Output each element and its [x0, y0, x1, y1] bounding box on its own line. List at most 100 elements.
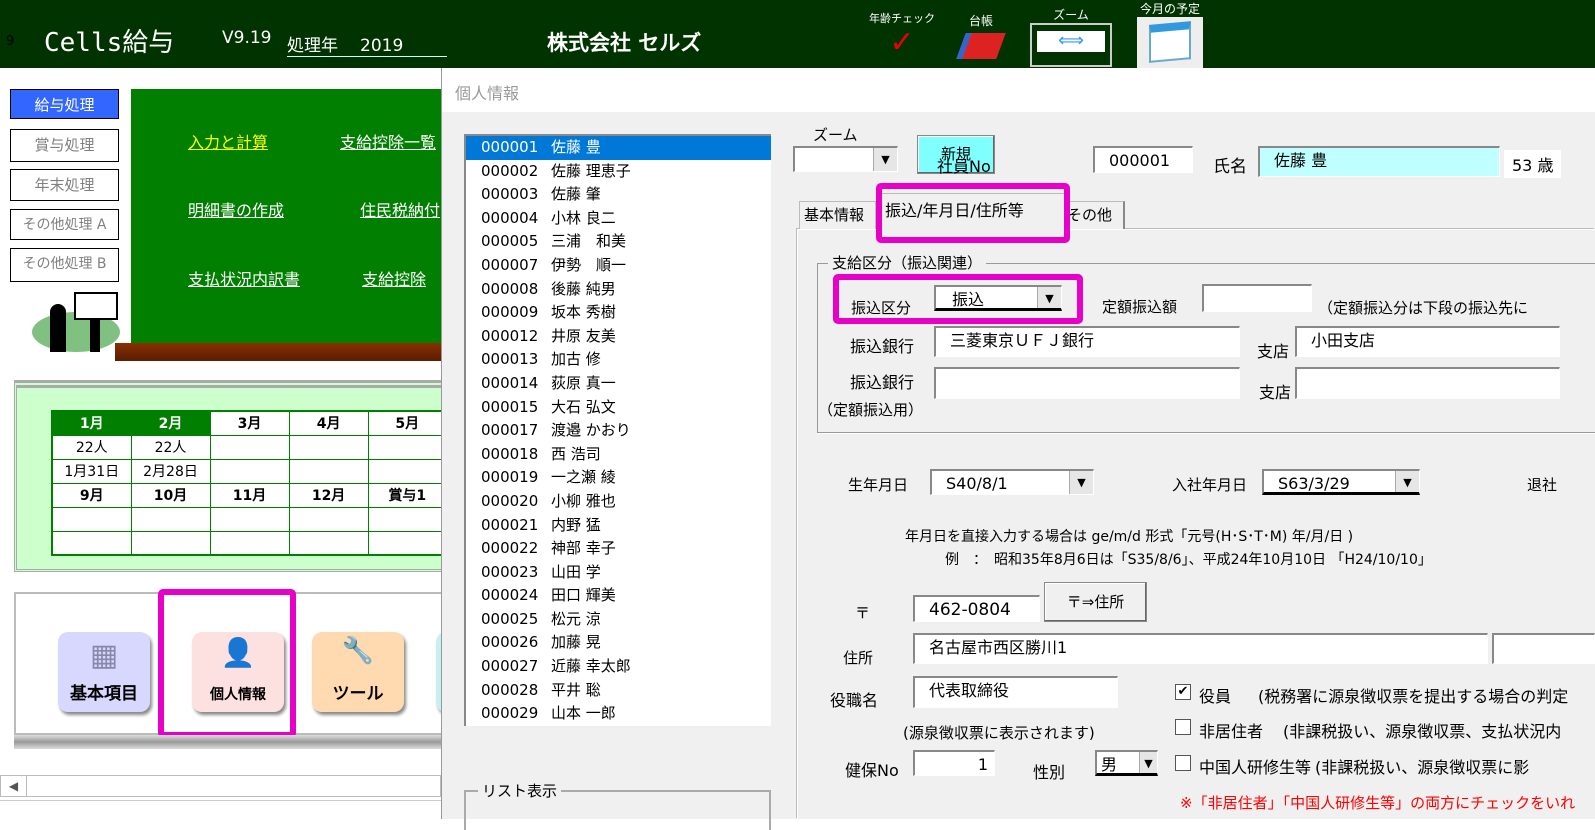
zip-field[interactable]: 462-0804 — [913, 595, 1040, 622]
year-field[interactable]: 処理年 2019 — [287, 31, 447, 57]
age-check-button[interactable]: 年齢チェック ✓ — [866, 10, 938, 60]
birth-select[interactable]: S40/8/1 ▼ — [930, 469, 1094, 495]
cell[interactable]: 2月 — [130, 410, 211, 436]
address2-field[interactable] — [1492, 633, 1595, 664]
employee-list-item[interactable]: 000019 一之瀬 綾 — [466, 466, 771, 490]
nonresident-checkbox[interactable] — [1175, 719, 1191, 735]
employee-name: 山田 学 — [551, 562, 601, 581]
zoom-button[interactable]: ズーム ⟺ — [1030, 6, 1112, 67]
sidebar-item-other-a[interactable]: その他処理 A — [10, 209, 119, 240]
cell — [367, 530, 448, 556]
branch-field[interactable]: 小田支店 — [1295, 326, 1560, 357]
employee-name: 西 浩司 — [551, 444, 601, 463]
link-pay-deduct[interactable]: 支給控除 — [362, 266, 426, 290]
employee-list-item[interactable]: 000004 小林 良二 — [466, 207, 771, 231]
insurance-field[interactable]: 1 — [913, 750, 995, 776]
name-field[interactable]: 佐藤 豊 — [1258, 146, 1500, 177]
employee-list-item[interactable]: 000017 渡邉 かおり — [466, 419, 771, 443]
employee-name: 加藤 晃 — [551, 633, 601, 652]
branch2-field[interactable] — [1295, 367, 1560, 399]
zip-to-address-button[interactable]: 〒⇒住所 — [1044, 582, 1147, 622]
cell[interactable]: 4月 — [288, 410, 369, 436]
employee-list-item[interactable]: 000001 佐藤 豊 — [466, 136, 771, 160]
cell[interactable]: 5月 — [367, 410, 448, 436]
employee-list-item[interactable]: 000026 加藤 晃 — [466, 631, 771, 655]
transfer-group-label: 支給区分（振込関連） — [828, 252, 987, 273]
company-name: 株式会社 セルズ — [547, 31, 702, 55]
position-field[interactable]: 代表取締役 — [913, 676, 1118, 708]
tab-basic-info[interactable]: 基本情報 — [799, 201, 876, 229]
employee-list-item[interactable]: 000029 山本 一郎 — [466, 702, 771, 726]
employee-list-item[interactable]: 000009 坂本 秀樹 — [466, 301, 771, 325]
address-field[interactable]: 名古屋市西区勝川1 — [913, 633, 1488, 664]
cell[interactable]: 12月 — [288, 482, 369, 508]
employee-list[interactable]: 000001 佐藤 豊 000002 佐藤 理恵子 000003 佐藤 肇 000004 小林… — [464, 134, 771, 726]
link-resident-tax[interactable]: 住民税納付 — [360, 197, 440, 221]
employee-list-item[interactable]: 000022 神部 幸子 — [466, 537, 771, 561]
date-row: 1月31日 2月28日 — [51, 458, 448, 484]
employee-list-item[interactable]: 000014 荻原 真一 — [466, 372, 771, 396]
sidebar-item-other-b[interactable]: その他処理 B — [10, 248, 119, 282]
link-payment-breakdown[interactable]: 支払状況内訳書 — [188, 266, 300, 290]
cell[interactable]: 10月 — [130, 482, 211, 508]
trainee-checkbox[interactable] — [1175, 755, 1191, 771]
employee-list-item[interactable]: 000020 小柳 雅也 — [466, 490, 771, 514]
join-select[interactable]: S63/3/29 ▼ — [1262, 469, 1420, 495]
join-label: 入社年月日 — [1172, 476, 1248, 494]
emp-no-field[interactable]: 000001 — [1093, 146, 1193, 173]
employee-list-item[interactable]: 000027 近藤 幸太郎 — [466, 655, 771, 679]
bank2-field[interactable] — [934, 367, 1240, 399]
employee-list-item[interactable]: 000007 伊勢 順一 — [466, 254, 771, 278]
employee-list-item[interactable]: 000003 佐藤 肇 — [466, 183, 771, 207]
app-header: 9 Cells給与 V9.19 処理年 2019 株式会社 セルズ 年齢チェック ✓… — [0, 0, 1595, 69]
gender-select[interactable]: 男 ▼ — [1095, 750, 1158, 776]
link-pay-deduct-list[interactable]: 支給控除一覧 — [340, 129, 436, 153]
basic-items-button[interactable]: ▦ 基本項目 — [58, 632, 150, 712]
employee-name: 松元 涼 — [551, 609, 601, 628]
link-input-calc[interactable]: 入力と計算 — [188, 129, 268, 153]
employee-list-item[interactable]: 000002 佐藤 理恵子 — [466, 160, 771, 184]
chevron-down-icon[interactable]: ▼ — [873, 148, 897, 171]
chevron-down-icon[interactable]: ▼ — [1139, 752, 1157, 773]
employee-list-item[interactable]: 000023 山田 学 — [466, 561, 771, 585]
panel-ledge — [14, 735, 451, 749]
sidebar-item-payroll[interactable]: 給与処理 — [10, 89, 119, 119]
employee-name: 荻原 真一 — [551, 373, 616, 392]
employee-list-item[interactable]: 000008 後藤 純男 — [466, 278, 771, 302]
tools-button[interactable]: 🔧 ツール — [312, 632, 404, 712]
chevron-down-icon[interactable]: ▼ — [1395, 471, 1419, 492]
bank-field[interactable]: 三菱東京ＵＦＪ銀行 — [934, 326, 1240, 357]
employee-list-item[interactable]: 000028 平井 聡 — [466, 679, 771, 703]
zoom-select[interactable]: ▼ — [793, 146, 898, 172]
horizontal-scrollbar[interactable]: ◀ — [0, 775, 441, 797]
employee-list-item[interactable]: 000005 三浦 和美 — [466, 230, 771, 254]
emp-no-label: 社員No — [937, 157, 991, 176]
tab-other[interactable]: その他 — [1066, 201, 1125, 229]
employee-name: 大石 弘文 — [551, 397, 616, 416]
cell[interactable]: 3月 — [209, 410, 290, 436]
chevron-down-icon[interactable]: ▼ — [1069, 471, 1093, 494]
employee-list-item[interactable]: 000024 田口 輝美 — [466, 584, 771, 608]
employee-list-item[interactable]: 000025 松元 涼 — [466, 608, 771, 632]
officer-note: (税務署に源泉徴収票を提出する場合の判定 — [1258, 687, 1569, 706]
cell[interactable]: 賞与1 — [367, 482, 448, 508]
date-format-note: 年月日を直接入力する場合は ge/m/d 形式「元号(H･S･T･M) 年/月/… — [905, 529, 1354, 545]
employee-list-item[interactable]: 000018 西 浩司 — [466, 443, 771, 467]
sidebar-item-yearend[interactable]: 年末処理 — [10, 169, 119, 201]
cell[interactable]: 9月 — [51, 482, 132, 508]
age-unit: 歳 — [1537, 156, 1554, 175]
employee-list-item[interactable]: 000015 大石 弘文 — [466, 396, 771, 420]
employee-list-item[interactable]: 000013 加古 修 — [466, 348, 771, 372]
employee-list-item[interactable]: 000021 内野 猛 — [466, 514, 771, 538]
ledger-button[interactable]: 台帳 — [955, 12, 1007, 59]
bank-label: 振込銀行 — [850, 337, 915, 356]
employee-list-item[interactable]: 000012 井原 友美 — [466, 325, 771, 349]
cell[interactable]: 1月 — [51, 410, 132, 436]
schedule-button[interactable]: 今月の予定 — [1137, 0, 1203, 69]
link-payslip[interactable]: 明細書の作成 — [188, 197, 284, 221]
officer-checkbox[interactable]: ✔ — [1175, 684, 1191, 700]
fixed-amount-field[interactable] — [1202, 284, 1312, 312]
sidebar-item-bonus[interactable]: 賞与処理 — [10, 129, 119, 162]
scroll-left-icon[interactable]: ◀ — [1, 776, 27, 796]
cell[interactable]: 11月 — [209, 482, 290, 508]
